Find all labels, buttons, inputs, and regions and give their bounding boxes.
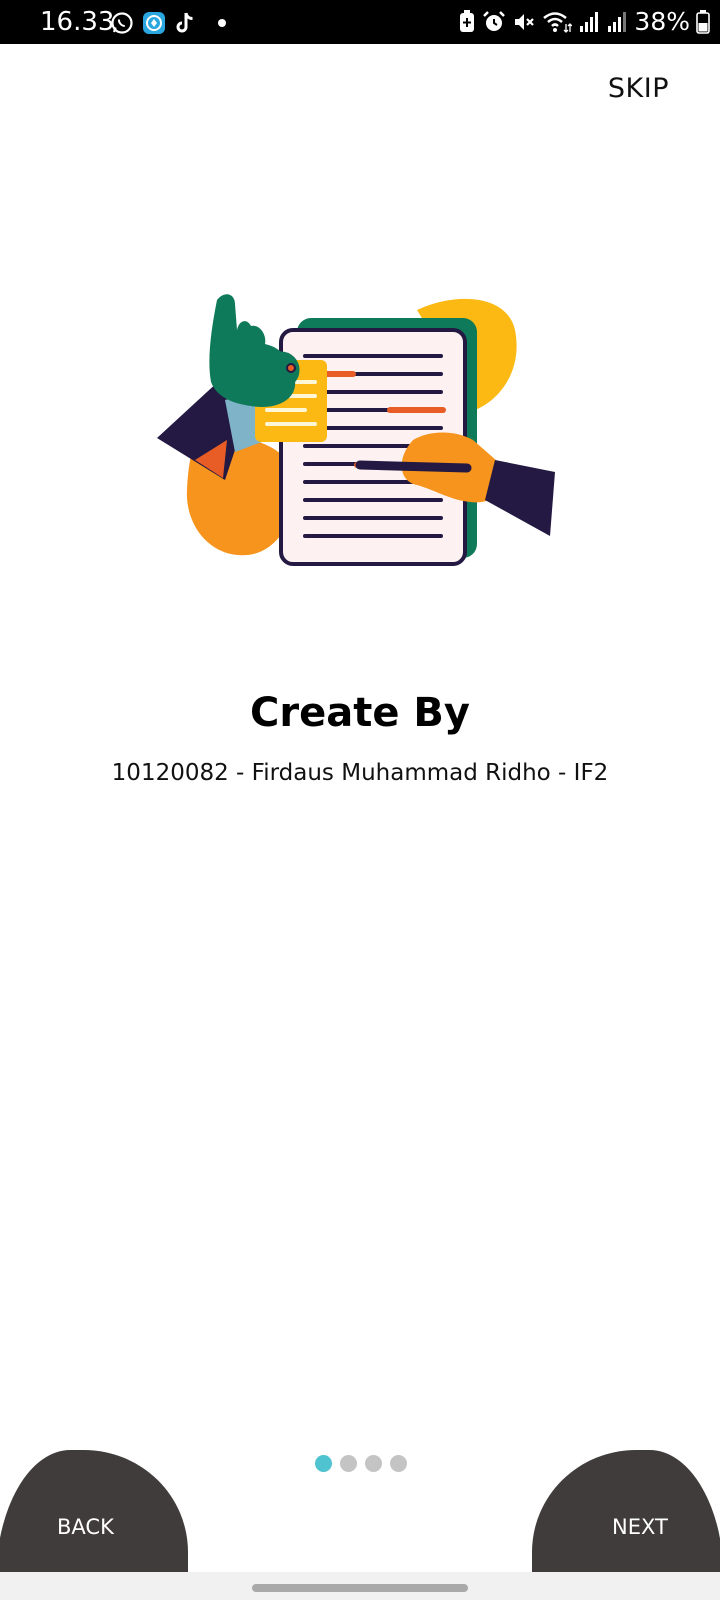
status-bar: 16.33 38% [0, 0, 720, 44]
page-dot-2 [340, 1455, 357, 1472]
page-dot-3 [365, 1455, 382, 1472]
alarm-icon [483, 11, 506, 31]
status-time: 16.33 [40, 7, 115, 37]
app-icon [143, 12, 165, 34]
battery-percentage: 38% [634, 7, 690, 36]
status-notification-icons [110, 10, 226, 36]
page-title: Create By [250, 690, 470, 736]
tiktok-icon [176, 12, 193, 33]
page-dot-4 [390, 1455, 407, 1472]
right-arm [485, 460, 555, 536]
next-button-label[interactable]: NEXT [612, 1514, 668, 1540]
signal-icon-2 [608, 12, 627, 32]
home-gesture-handle[interactable] [252, 1584, 468, 1592]
document-checklist-illustration [157, 294, 555, 566]
signal-icon [580, 12, 599, 32]
battery-saver-icon [460, 10, 475, 32]
battery-icon [696, 10, 710, 34]
pen [355, 460, 472, 473]
page-indicator [315, 1455, 407, 1472]
skip-button[interactable]: SKIP [608, 72, 669, 106]
status-system-icons: 38% [458, 8, 710, 36]
page-subtitle: 10120082 - Firdaus Muhammad Ridho - IF2 [111, 760, 609, 786]
whatsapp-icon [111, 12, 133, 34]
mute-icon [515, 14, 535, 30]
notification-dot [218, 19, 226, 27]
page-dot-1 [315, 1455, 332, 1472]
wifi-icon [543, 12, 573, 33]
back-button-label[interactable]: BACK [57, 1514, 114, 1540]
